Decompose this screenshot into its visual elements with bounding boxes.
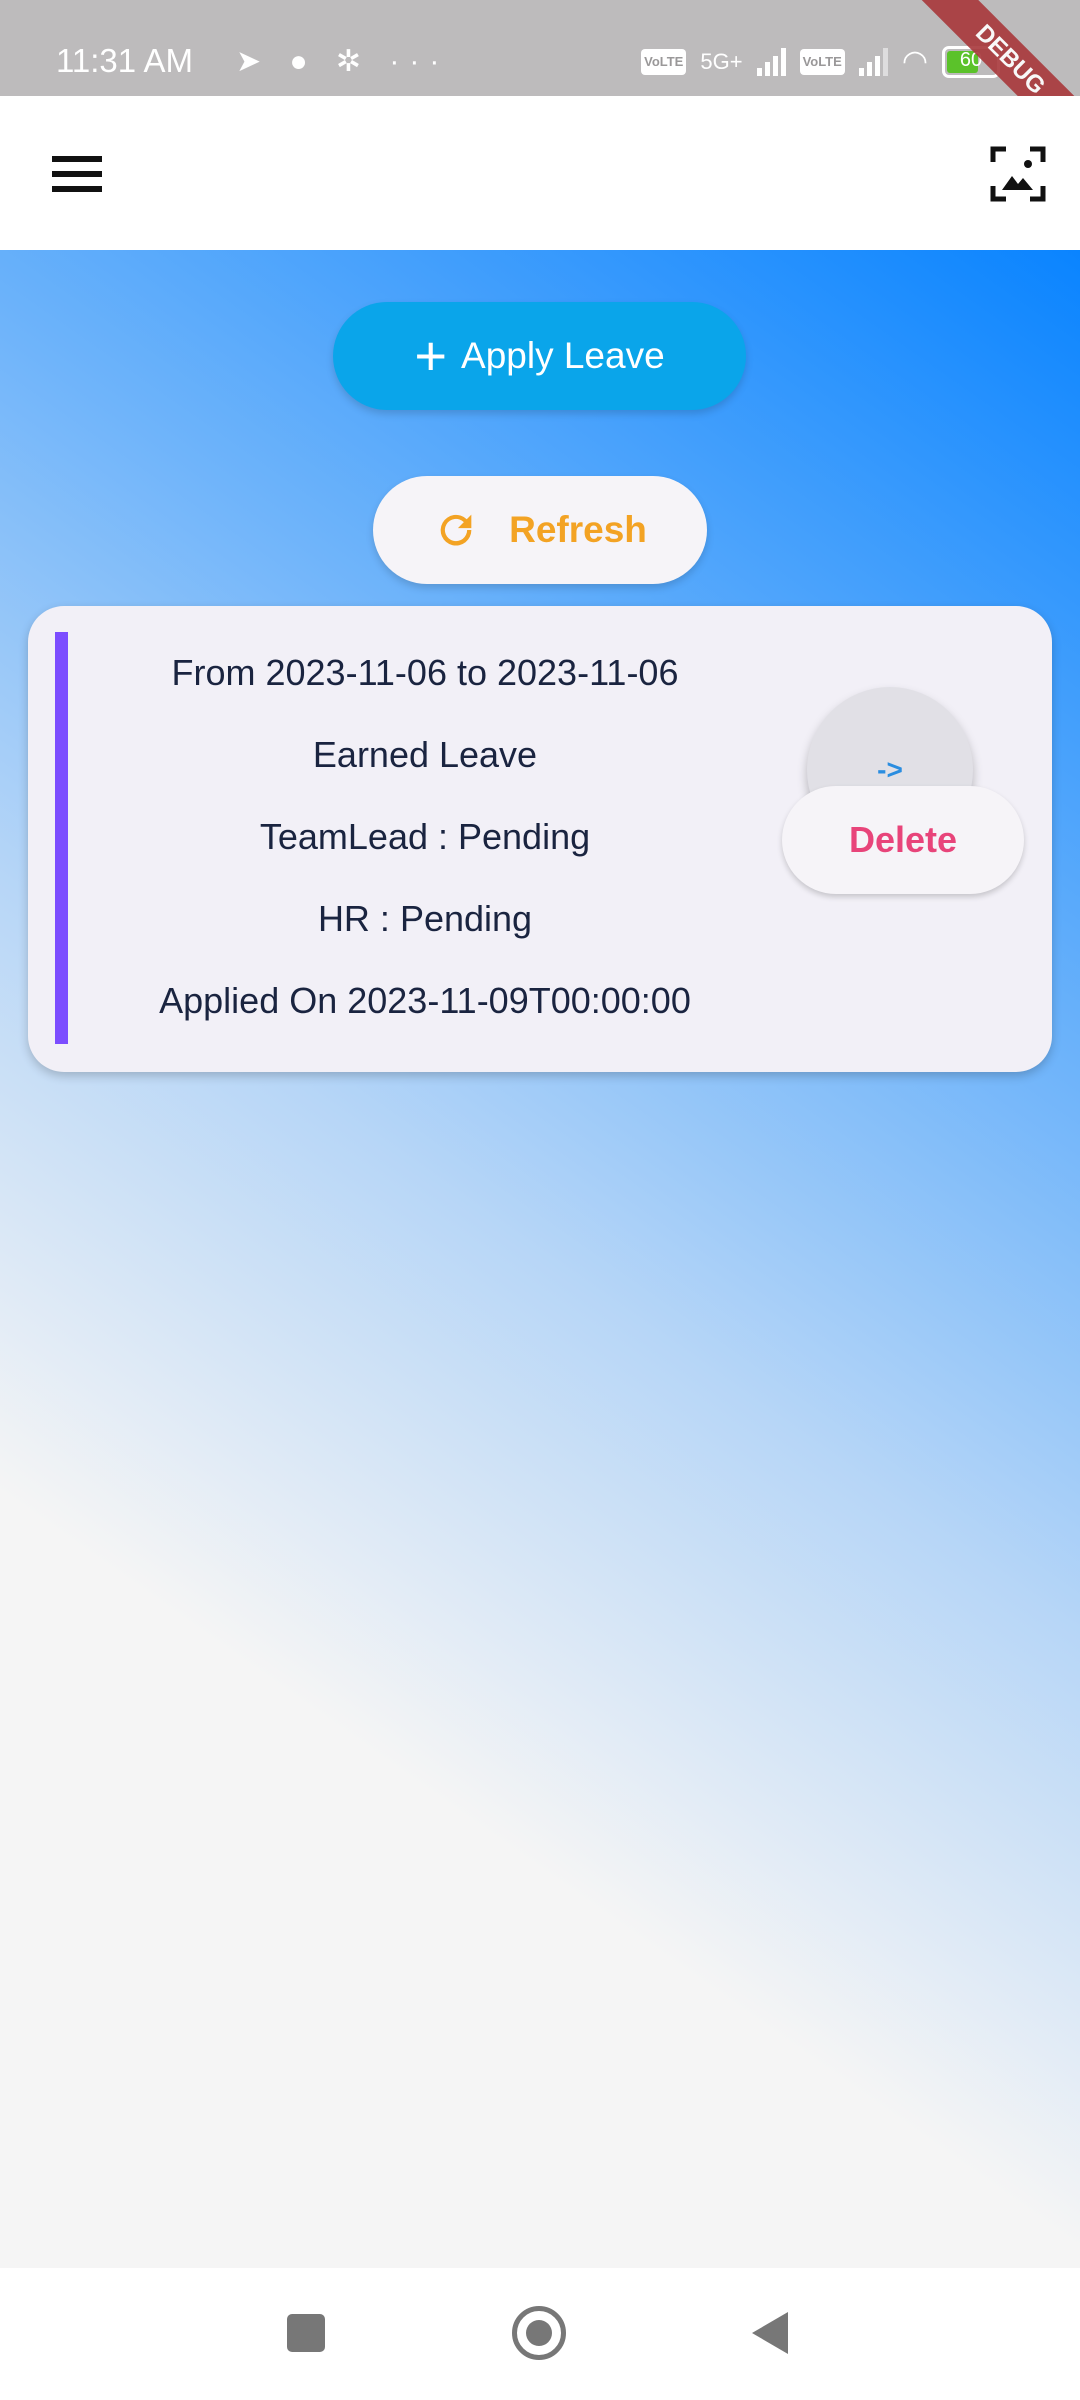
refresh-icon: [440, 514, 472, 546]
status-bar: 11:31 AM ➤ ● ✲ ··· VoLTE 5G+ VoLTE ◠ 60: [0, 0, 1080, 96]
leave-card: From 2023-11-06 to 2023-11-06 Earned Lea…: [28, 606, 1052, 1072]
leave-date-range: From 2023-11-06 to 2023-11-06: [171, 652, 679, 693]
leave-type: Earned Leave: [312, 734, 538, 775]
recents-icon[interactable]: [287, 2314, 325, 2352]
apply-leave-label: Apply Leave: [461, 335, 665, 376]
volte-icon: VoLTE: [641, 48, 687, 75]
navigation-bar: [0, 2268, 1080, 2400]
refresh-button[interactable]: Refresh: [373, 476, 707, 584]
app-bar: [0, 96, 1080, 250]
notification-icons: ➤ ● ✲ ···: [236, 45, 450, 78]
hamburger-menu-icon[interactable]: [52, 156, 102, 192]
back-icon[interactable]: [752, 2312, 788, 2354]
card-accent-bar: [55, 632, 68, 1044]
signal-icon: [858, 47, 888, 76]
volte-icon: VoLTE: [799, 48, 845, 75]
home-icon[interactable]: [512, 2306, 566, 2360]
status-time: 11:31 AM: [56, 42, 193, 79]
system-icons: VoLTE 5G+ VoLTE ◠ 60: [641, 44, 1000, 79]
image-frame-icon[interactable]: [990, 146, 1046, 202]
apply-leave-button[interactable]: + Apply Leave: [333, 302, 746, 410]
signal-icon: [756, 47, 786, 76]
wifi-icon: ◠: [901, 45, 928, 78]
applied-on: Applied On 2023-11-09T00:00:00: [159, 980, 691, 1021]
network-type: 5G+: [700, 48, 743, 74]
plus-icon: +: [414, 324, 448, 387]
delete-button[interactable]: Delete: [782, 786, 1024, 894]
teamlead-status: TeamLead : Pending: [259, 816, 591, 857]
leave-list-screen: + Apply Leave Refresh From 2023-11-06 to…: [0, 250, 1080, 2268]
hr-status: HR : Pending: [317, 898, 533, 939]
refresh-label: Refresh: [509, 509, 647, 550]
